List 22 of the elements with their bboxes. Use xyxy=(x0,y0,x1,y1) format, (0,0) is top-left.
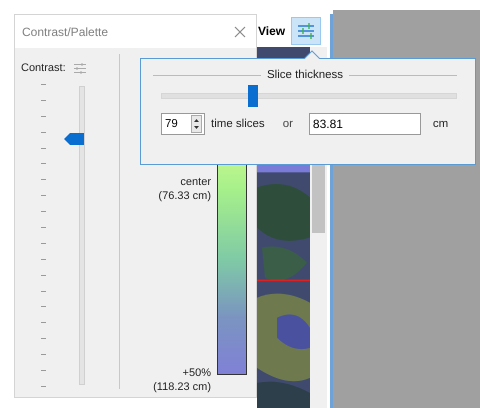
or-label: or xyxy=(282,118,293,130)
sliders-icon[interactable] xyxy=(74,62,86,74)
time-slices-spinbox[interactable]: 79 xyxy=(161,113,205,135)
time-slices-label: time slices xyxy=(211,118,265,130)
spin-arrows-icon[interactable] xyxy=(191,115,202,133)
thickness-slider[interactable] xyxy=(161,85,457,107)
scale-value: (76.33 cm) xyxy=(158,189,211,204)
view-label: View xyxy=(258,24,286,38)
group-title: Slice thickness xyxy=(266,69,344,81)
contrast-label: Contrast: xyxy=(21,62,66,74)
thickness-field[interactable]: 83.81 xyxy=(308,113,421,135)
close-icon[interactable] xyxy=(234,26,246,38)
scale-value: (118.23 cm) xyxy=(153,380,211,394)
scroll-thumb[interactable] xyxy=(312,165,325,233)
panel-title: Contrast/Palette xyxy=(22,24,108,38)
scale-label: center xyxy=(180,175,211,190)
unit-label: cm xyxy=(432,118,448,130)
slider-thumb[interactable] xyxy=(64,133,84,146)
settings-button[interactable] xyxy=(291,16,322,44)
scale-label: +50% xyxy=(182,366,211,380)
sliders-icon xyxy=(297,22,316,38)
slider-thumb[interactable] xyxy=(248,85,258,107)
